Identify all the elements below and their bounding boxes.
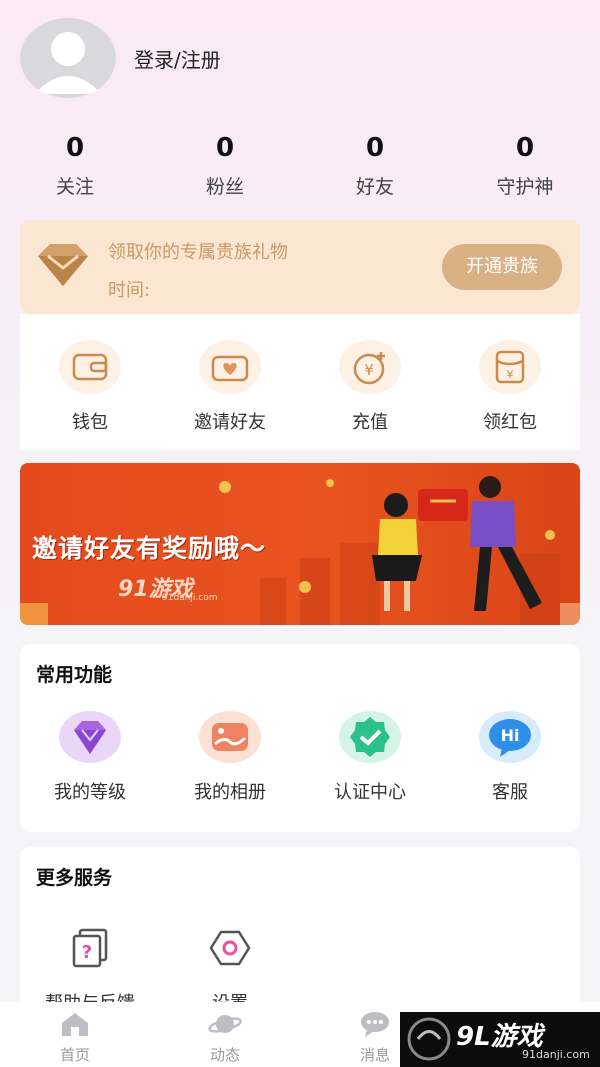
message-icon bbox=[361, 1012, 389, 1037]
func-label: 认证中心 bbox=[334, 782, 406, 803]
invite-icon bbox=[199, 340, 261, 394]
stat-friends[interactable]: 0 好友 bbox=[300, 130, 450, 199]
wallet-icon bbox=[59, 340, 121, 394]
profile-header[interactable]: 登录/注册 bbox=[20, 18, 221, 98]
vip-time-label: 时间: bbox=[108, 280, 151, 301]
common-functions-card: 常用功能 我的等级 我的相册 认证中心 Hi 客服 bbox=[20, 644, 580, 832]
stat-guardians[interactable]: 0 守护神 bbox=[450, 130, 600, 199]
settings-icon bbox=[198, 921, 262, 975]
tab-label: 动态 bbox=[209, 1046, 240, 1064]
stat-label: 关注 bbox=[55, 176, 94, 198]
stat-value: 0 bbox=[215, 133, 235, 163]
hi-chat-icon: Hi bbox=[478, 710, 542, 764]
stat-value: 0 bbox=[365, 133, 385, 163]
svg-text:¥: ¥ bbox=[507, 368, 514, 381]
more-services-row: ? 帮助与反馈 设置 bbox=[20, 921, 580, 1015]
invite-banner[interactable]: 邀请好友有奖励哦～ 91游戏 91danji.com bbox=[20, 463, 580, 625]
vip-title: 领取你的专属贵族礼物 bbox=[108, 242, 288, 263]
diamond-icon bbox=[58, 710, 122, 764]
quick-item-invite[interactable]: 邀请好友 bbox=[160, 314, 300, 450]
service-help-feedback[interactable]: ? 帮助与反馈 bbox=[20, 921, 160, 1015]
quick-item-recharge[interactable]: ¥ 充值 bbox=[300, 314, 440, 450]
verify-icon bbox=[338, 710, 402, 764]
section-title: 常用功能 bbox=[36, 664, 113, 686]
stat-fans[interactable]: 0 粉丝 bbox=[150, 130, 300, 199]
avatar[interactable] bbox=[20, 18, 116, 98]
quick-item-red-packet[interactable]: ¥ 领红包 bbox=[440, 314, 580, 450]
banner-headline: 邀请好友有奖励哦～ bbox=[32, 534, 267, 563]
tab-moments[interactable]: 动态 bbox=[150, 1002, 300, 1067]
func-customer-service[interactable]: Hi 客服 bbox=[440, 710, 580, 804]
home-icon bbox=[62, 1013, 88, 1036]
quick-actions: 钱包 邀请好友 ¥ 充值 ¥ 领红包 bbox=[20, 314, 580, 450]
func-label: 我的等级 bbox=[54, 782, 126, 803]
stat-value: 0 bbox=[65, 133, 85, 163]
open-vip-button[interactable]: 开通贵族 bbox=[442, 244, 562, 290]
album-icon bbox=[198, 710, 262, 764]
func-label: 我的相册 bbox=[194, 782, 266, 803]
recharge-icon: ¥ bbox=[339, 340, 401, 394]
stat-value: 0 bbox=[515, 133, 535, 163]
quick-item-wallet[interactable]: 钱包 bbox=[20, 314, 160, 450]
quick-item-label: 邀请好友 bbox=[194, 412, 266, 433]
site-watermark: 9L游戏 91danji.com bbox=[400, 1012, 600, 1067]
func-label: 客服 bbox=[492, 782, 528, 803]
quick-item-label: 充值 bbox=[352, 412, 388, 433]
watermark-url: 91danji.com bbox=[522, 1048, 590, 1061]
vip-diamond-icon bbox=[34, 242, 92, 292]
banner-logo-sub: 91danji.com bbox=[162, 593, 218, 603]
func-verify-center[interactable]: 认证中心 bbox=[300, 710, 440, 804]
stat-following[interactable]: 0 关注 bbox=[0, 130, 150, 199]
login-register-link[interactable]: 登录/注册 bbox=[134, 44, 221, 73]
user-silhouette-icon bbox=[34, 32, 102, 94]
vip-card: 领取你的专属贵族礼物 时间: 开通贵族 bbox=[20, 220, 580, 314]
planet-icon bbox=[208, 1015, 242, 1033]
help-icon: ? bbox=[58, 921, 122, 975]
watermark-badge-icon bbox=[407, 1017, 451, 1061]
more-services-card: 更多服务 ? 帮助与反馈 设置 bbox=[20, 847, 580, 1017]
stat-label: 粉丝 bbox=[205, 176, 244, 198]
stats-row: 0 关注 0 粉丝 0 好友 0 守护神 bbox=[0, 130, 600, 199]
section-title: 更多服务 bbox=[36, 867, 113, 889]
tab-label: 首页 bbox=[59, 1046, 90, 1064]
stat-label: 守护神 bbox=[496, 176, 554, 198]
svg-text:Hi: Hi bbox=[501, 726, 520, 745]
stat-label: 好友 bbox=[355, 176, 394, 198]
service-settings[interactable]: 设置 bbox=[160, 921, 300, 1015]
svg-text:¥: ¥ bbox=[364, 361, 374, 379]
red-packet-icon: ¥ bbox=[479, 340, 541, 394]
func-my-album[interactable]: 我的相册 bbox=[160, 710, 300, 804]
quick-item-label: 钱包 bbox=[72, 412, 108, 433]
svg-text:?: ? bbox=[82, 942, 92, 963]
common-functions-row: 我的等级 我的相册 认证中心 Hi 客服 bbox=[20, 710, 580, 804]
tab-home[interactable]: 首页 bbox=[0, 1002, 150, 1067]
func-my-level[interactable]: 我的等级 bbox=[20, 710, 160, 804]
quick-item-label: 领红包 bbox=[483, 412, 537, 433]
